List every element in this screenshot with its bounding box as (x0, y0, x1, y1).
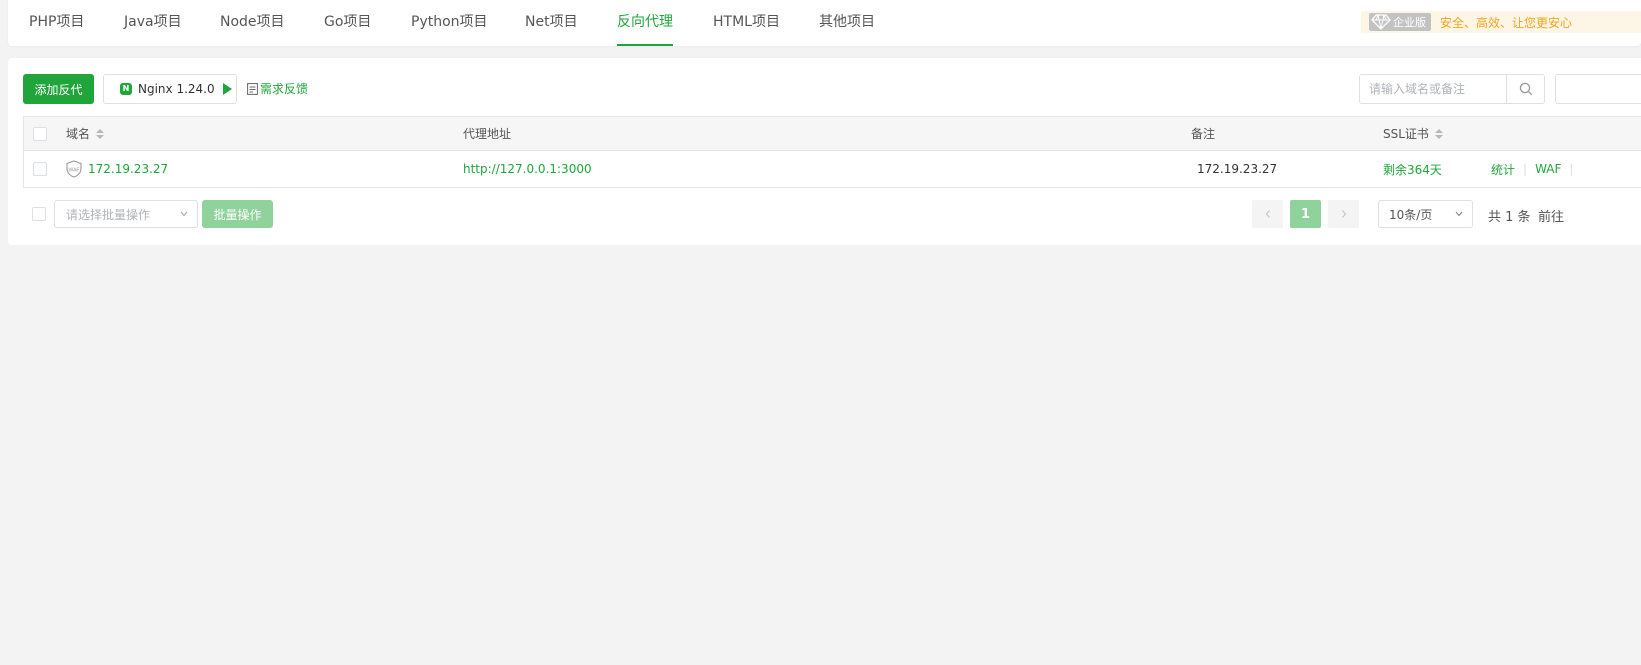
waf-badge-text: WAF (69, 168, 80, 174)
document-icon (247, 82, 258, 95)
batch-select-all-checkbox[interactable] (32, 207, 46, 221)
search-icon (1519, 82, 1532, 96)
tab-php[interactable]: PHP项目 (29, 0, 84, 46)
tab-go[interactable]: Go项目 (324, 0, 371, 46)
waf-link[interactable]: WAF (1535, 162, 1561, 176)
column-ssl[interactable]: SSL证书 (1383, 117, 1443, 150)
diamond-icon (1371, 14, 1391, 30)
domain-cell: WAF 172.19.23.27 (66, 151, 168, 187)
proxy-address-link[interactable]: http://127.0.0.1:3000 (463, 162, 592, 176)
batch-operation-select[interactable]: 请选择批量操作 (54, 200, 198, 228)
promo-text: 安全、高效、让您更安心 (1440, 15, 1573, 30)
tab-net[interactable]: Net项目 (525, 0, 578, 46)
separator: | (1523, 162, 1528, 176)
stats-link[interactable]: 统计 (1491, 161, 1515, 178)
select-all-cell (33, 117, 47, 150)
tab-html[interactable]: HTML项目 (713, 0, 780, 46)
add-proxy-button[interactable]: 添加反代 (23, 74, 94, 104)
nginx-version-label: Nginx 1.24.0 (138, 82, 215, 96)
total-count: 共 1 条 (1488, 210, 1531, 225)
ssl-cell: 剩余364天 (1383, 151, 1442, 187)
ssl-remaining-link[interactable]: 剩余364天 (1383, 161, 1442, 178)
column-settings-button[interactable] (1555, 74, 1641, 104)
tab-reverse-proxy[interactable]: 反向代理 (617, 0, 673, 46)
tab-other[interactable]: 其他项目 (819, 0, 875, 46)
column-remark-label: 备注 (1191, 127, 1216, 141)
column-ssl-label: SSL证书 (1383, 127, 1429, 141)
row-checkbox[interactable] (33, 162, 47, 176)
page-number-button[interactable]: 1 (1290, 200, 1321, 228)
sort-icon[interactable] (1434, 128, 1443, 139)
domain-link[interactable]: 172.19.23.27 (88, 162, 168, 176)
page-size-select[interactable]: 10条/页 (1378, 200, 1473, 228)
project-tabbar: PHP项目 Java项目 Node项目 Go项目 Python项目 Net项目 … (8, 0, 1641, 46)
waf-shield-icon: WAF (66, 160, 82, 178)
search-button[interactable] (1506, 75, 1544, 103)
nginx-service-button[interactable]: N Nginx 1.24.0 (103, 74, 237, 104)
chevron-left-icon (1265, 210, 1270, 218)
row-select-cell (33, 151, 47, 187)
proxy-panel: 添加反代 N Nginx 1.24.0 需求反馈 域名 代 (8, 58, 1641, 245)
remark-value[interactable]: 172.19.23.27 (1197, 162, 1277, 176)
page-size-value: 10条/页 (1389, 207, 1433, 222)
sort-icon[interactable] (96, 128, 105, 139)
table-row: WAF 172.19.23.27 http://127.0.0.1:3000 1… (23, 151, 1641, 188)
goto-label: 前往 (1538, 210, 1565, 225)
play-icon (222, 83, 232, 95)
tab-python[interactable]: Python项目 (411, 0, 488, 46)
select-all-checkbox[interactable] (33, 126, 47, 141)
search-box (1359, 74, 1545, 104)
chevron-down-icon (1455, 211, 1463, 217)
proxy-cell: http://127.0.0.1:3000 (463, 151, 592, 187)
nginx-logo-icon: N (120, 83, 132, 95)
tab-java[interactable]: Java项目 (124, 0, 182, 46)
tab-node[interactable]: Node项目 (220, 0, 285, 46)
chevron-down-icon (180, 211, 188, 217)
enterprise-label: 企业版 (1393, 16, 1426, 29)
column-remark: 备注 (1191, 117, 1215, 150)
chevron-right-icon (1341, 210, 1346, 218)
separator: | (1569, 162, 1574, 176)
search-input[interactable] (1360, 75, 1506, 103)
next-page-button[interactable] (1328, 200, 1359, 228)
column-domain[interactable]: 域名 (66, 117, 105, 150)
column-domain-label: 域名 (66, 127, 91, 141)
enterprise-badge: 企业版 (1369, 13, 1431, 31)
batch-select-placeholder: 请选择批量操作 (66, 207, 151, 222)
column-proxy: 代理地址 (463, 117, 511, 150)
prev-page-button[interactable] (1252, 200, 1283, 228)
remark-cell: 172.19.23.27 (1197, 151, 1277, 187)
enterprise-promo[interactable]: 企业版 安全、高效、让您更安心 (1361, 11, 1641, 33)
table-header: 域名 代理地址 备注 SSL证书 (23, 116, 1641, 151)
feedback-link[interactable]: 需求反馈 (247, 80, 308, 97)
column-proxy-label: 代理地址 (463, 127, 512, 141)
feedback-label: 需求反馈 (260, 82, 309, 96)
batch-operation-button[interactable]: 批量操作 (202, 200, 273, 228)
operations-cell: 统计 | WAF | (1491, 151, 1581, 187)
